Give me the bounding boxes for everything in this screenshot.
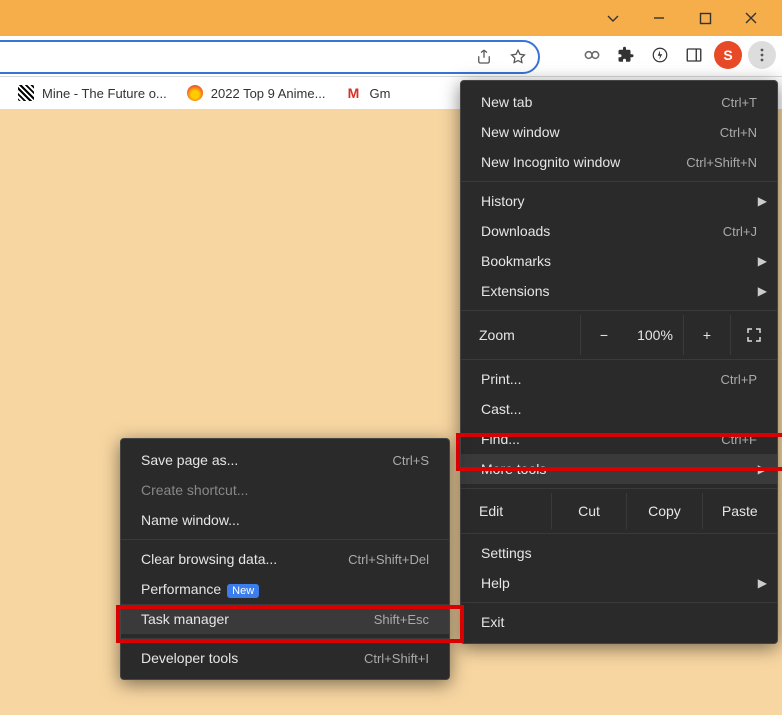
menu-item-new-window[interactable]: New windowCtrl+N (461, 117, 777, 147)
sidepanel-icon[interactable] (680, 41, 708, 69)
menu-separator (461, 310, 777, 311)
menu-item-new-incognito[interactable]: New Incognito windowCtrl+Shift+N (461, 147, 777, 177)
toolbar-icons: S (578, 40, 776, 70)
minimize-button[interactable] (636, 3, 682, 33)
fullscreen-button[interactable] (730, 315, 777, 355)
bookmark-label: 2022 Top 9 Anime... (211, 86, 326, 101)
submenu-arrow-icon: ▶ (758, 194, 767, 208)
link-icon[interactable] (578, 41, 606, 69)
menu-item-extensions[interactable]: Extensions▶ (461, 276, 777, 306)
extensions-puzzle-icon[interactable] (612, 41, 640, 69)
browser-window: S Mine - The Future o... 2022 Top 9 Anim… (0, 0, 782, 715)
menu-item-exit[interactable]: Exit (461, 607, 777, 637)
close-button[interactable] (728, 3, 774, 33)
bookmark-label: Gm (369, 86, 390, 101)
menu-item-print[interactable]: Print...Ctrl+P (461, 364, 777, 394)
submenu-item-save-page[interactable]: Save page as...Ctrl+S (121, 445, 449, 475)
menu-separator (461, 359, 777, 360)
more-menu-button[interactable] (748, 41, 776, 69)
bookmark-favicon (18, 85, 34, 101)
menu-separator (121, 539, 449, 540)
chevron-down-icon[interactable] (590, 3, 636, 33)
zoom-value: 100% (627, 327, 683, 343)
menu-separator (461, 602, 777, 603)
edit-copy-button[interactable]: Copy (626, 493, 701, 529)
bookmark-favicon (187, 85, 203, 101)
bookmark-label: Mine - The Future o... (42, 86, 167, 101)
edit-paste-button[interactable]: Paste (702, 493, 777, 529)
bolt-icon[interactable] (646, 41, 674, 69)
menu-item-downloads[interactable]: DownloadsCtrl+J (461, 216, 777, 246)
submenu-item-name-window[interactable]: Name window... (121, 505, 449, 535)
submenu-item-create-shortcut[interactable]: Create shortcut... (121, 475, 449, 505)
window-titlebar (0, 0, 782, 36)
menu-item-settings[interactable]: Settings (461, 538, 777, 568)
submenu-arrow-icon: ▶ (758, 462, 767, 476)
zoom-in-button[interactable]: + (683, 315, 730, 355)
submenu-arrow-icon: ▶ (758, 576, 767, 590)
profile-avatar[interactable]: S (714, 41, 742, 69)
edit-label: Edit (461, 503, 521, 519)
bookmark-item[interactable]: Mine - The Future o... (18, 85, 167, 101)
submenu-item-clear-data[interactable]: Clear browsing data...Ctrl+Shift+Del (121, 544, 449, 574)
browser-toolbar: S (0, 36, 782, 77)
share-icon[interactable] (470, 43, 498, 71)
zoom-out-button[interactable]: − (580, 315, 627, 355)
menu-separator (461, 533, 777, 534)
more-tools-submenu: Save page as...Ctrl+S Create shortcut...… (120, 438, 450, 680)
submenu-item-developer-tools[interactable]: Developer toolsCtrl+Shift+I (121, 643, 449, 673)
star-icon[interactable] (504, 43, 532, 71)
menu-item-cast[interactable]: Cast... (461, 394, 777, 424)
submenu-arrow-icon: ▶ (758, 284, 767, 298)
submenu-item-task-manager[interactable]: Task managerShift+Esc (121, 604, 449, 634)
gmail-icon (345, 85, 361, 101)
menu-zoom-row: Zoom − 100% + (461, 315, 777, 355)
zoom-label: Zoom (479, 327, 515, 343)
menu-item-find[interactable]: Find...Ctrl+F (461, 424, 777, 454)
menu-separator (461, 488, 777, 489)
menu-separator (461, 181, 777, 182)
bookmark-item[interactable]: Gm (345, 85, 390, 101)
menu-item-more-tools[interactable]: More tools▶ (461, 454, 777, 484)
chrome-main-menu: New tabCtrl+T New windowCtrl+N New Incog… (460, 80, 778, 644)
menu-item-new-tab[interactable]: New tabCtrl+T (461, 87, 777, 117)
address-bar[interactable] (0, 40, 540, 74)
menu-item-bookmarks[interactable]: Bookmarks▶ (461, 246, 777, 276)
edit-cut-button[interactable]: Cut (551, 493, 626, 529)
menu-edit-row: Edit Cut Copy Paste (461, 493, 777, 529)
bookmark-item[interactable]: 2022 Top 9 Anime... (187, 85, 326, 101)
submenu-item-performance[interactable]: PerformanceNew (121, 574, 449, 604)
menu-separator (121, 638, 449, 639)
menu-item-help[interactable]: Help▶ (461, 568, 777, 598)
menu-item-history[interactable]: History▶ (461, 186, 777, 216)
maximize-button[interactable] (682, 3, 728, 33)
submenu-arrow-icon: ▶ (758, 254, 767, 268)
new-badge: New (227, 584, 259, 598)
